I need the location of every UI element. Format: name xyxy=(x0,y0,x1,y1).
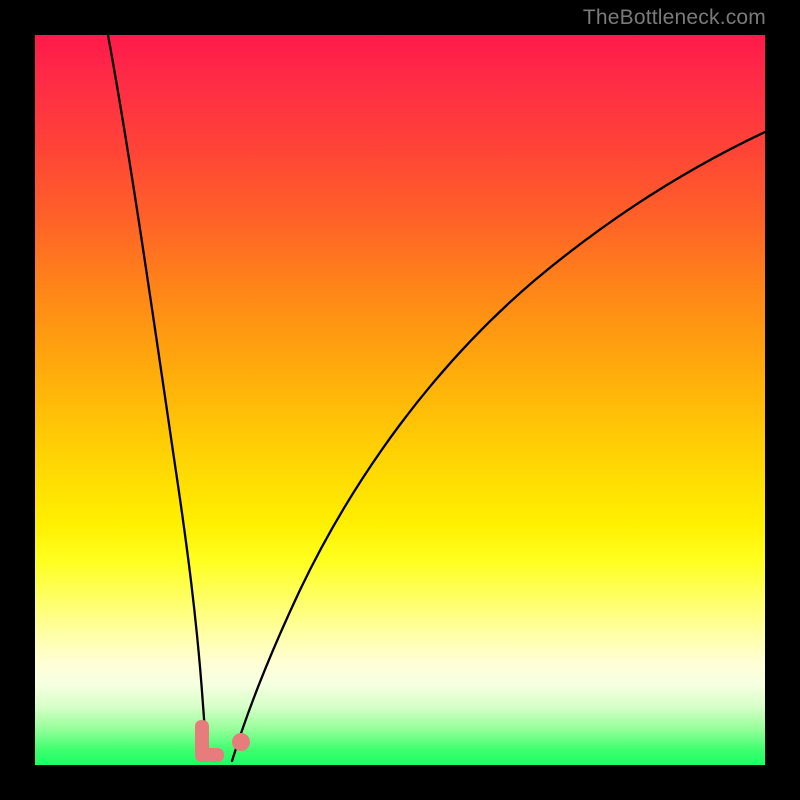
chart-svg xyxy=(35,35,765,765)
chart-frame: TheBottleneck.com xyxy=(0,0,800,800)
valley-blob-marker xyxy=(195,720,224,762)
right-curve xyxy=(232,132,765,761)
small-dot-marker xyxy=(232,733,250,751)
plot-area xyxy=(35,35,765,765)
watermark-text: TheBottleneck.com xyxy=(583,6,766,30)
left-curve xyxy=(108,35,205,757)
